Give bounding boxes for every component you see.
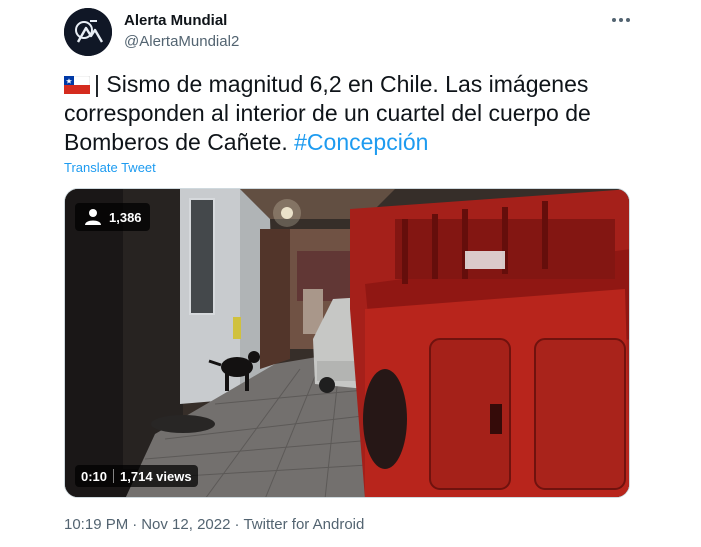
live-viewers-count: 1,386 (109, 209, 142, 225)
tweet-text-line-3: Bomberos de Cañete. #Concepción (64, 128, 644, 157)
tweet-text-line-3-body: Bomberos de Cañete. (64, 129, 288, 155)
tweet-source[interactable]: Twitter for Android (243, 516, 364, 533)
more-dot-icon (619, 18, 623, 22)
meta-separator: · (234, 516, 240, 533)
alerta-mundial-logo-icon (64, 8, 112, 56)
tweet-text-line-2: corresponden al interior de un cuartel d… (64, 100, 591, 126)
tweet-text-line: | Sismo de magnitud 6,2 en Chile. Las im… (64, 70, 644, 99)
live-viewers-badge: 1,386 (75, 203, 150, 231)
more-dot-icon (612, 18, 616, 22)
meta-separator: · (132, 516, 138, 533)
tweet-date[interactable]: Nov 12, 2022 (141, 516, 230, 533)
video-view-count: 1,714 views (120, 468, 192, 484)
chile-flag-icon (64, 76, 90, 94)
video-time-badge: 0:10 1,714 views (75, 465, 198, 487)
video-player[interactable]: 1,386 0:10 1,714 views (64, 188, 630, 498)
translate-tweet-link[interactable]: Translate Tweet (64, 160, 156, 175)
person-icon (85, 209, 101, 225)
badge-divider (113, 469, 115, 483)
tweet-text: | Sismo de magnitud 6,2 en Chile. Las im… (64, 70, 644, 157)
more-dot-icon (626, 18, 630, 22)
tweet-metadata: 10:19 PM · Nov 12, 2022 · Twitter for Androi… (64, 516, 364, 533)
tweet-time[interactable]: 10:19 PM (64, 516, 128, 533)
tweet-card: Alerta Mundial @AlertaMundial2 | Sismo d… (0, 0, 701, 547)
tweet-text-line-1: | Sismo de magnitud 6,2 en Chile. Las im… (94, 71, 589, 97)
hashtag-link[interactable]: #Concepción (294, 129, 428, 155)
video-frame-image (65, 189, 629, 497)
author-handle[interactable]: @AlertaMundial2 (124, 33, 239, 50)
author-name[interactable]: Alerta Mundial (124, 12, 227, 29)
video-timestamp: 0:10 (81, 468, 108, 484)
author-avatar[interactable] (64, 8, 112, 56)
more-options-button[interactable] (607, 10, 635, 30)
